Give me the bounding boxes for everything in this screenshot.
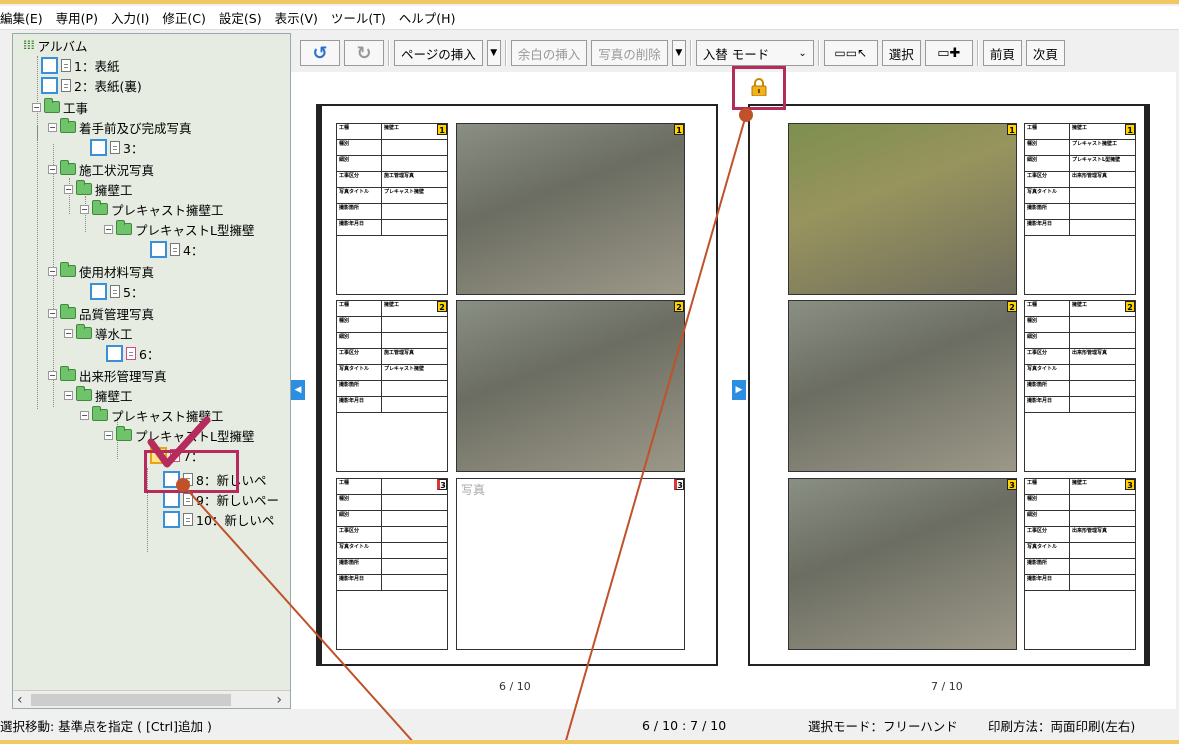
status-pages: 6 / 10 : 7 / 10 <box>642 717 727 733</box>
window-bottom-border <box>0 740 1179 744</box>
status-bar: 選択移動: 基準点を指定 ( [Ctrl]追加 ) 6 / 10 : 7 / 1… <box>0 712 1179 738</box>
status-select-mode: 選択モード：フリーハンド <box>808 718 958 734</box>
status-print-mode: 印刷方法：両面印刷(左右) <box>988 718 1136 734</box>
annotation-lines <box>176 108 753 744</box>
status-hint: 選択移動: 基準点を指定 ( [Ctrl]追加 ) <box>0 718 212 734</box>
